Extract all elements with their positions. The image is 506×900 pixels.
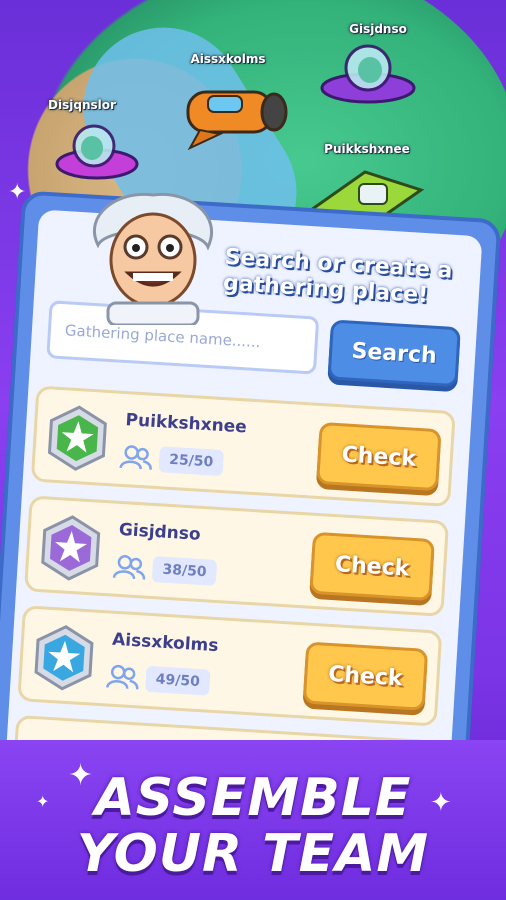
star-burst-icon [47, 405, 107, 471]
gathering-panel: Search or create a gathering place! Gath… [0, 190, 502, 799]
map-ship-gisjdnso[interactable]: Gisjdnso [318, 22, 418, 110]
check-button[interactable]: Check [316, 421, 442, 492]
member-count: 38/50 [151, 556, 218, 586]
banner-line-2: YOUR TEAM [76, 824, 430, 884]
spaceship-icon [320, 44, 416, 104]
panel-title: Search or create a gathering place! [222, 244, 454, 309]
ship-name: Disjqnslor [48, 98, 116, 112]
gathering-name: Puikkshxnee [125, 410, 248, 438]
banner-line-1: ASSEMBLE [94, 768, 412, 828]
ship-name: Gisjdnso [349, 22, 407, 36]
check-button[interactable]: Check [309, 531, 435, 602]
search-placeholder: Gathering place name...... [64, 321, 262, 352]
gathering-row-aissxkolms: Aissxkolms 49/50 Check [17, 605, 443, 727]
search-button[interactable]: Search [327, 319, 461, 388]
gathering-name: Gisjdnso [118, 519, 202, 545]
scientist-character [92, 192, 214, 325]
star-burst-icon [41, 515, 101, 581]
star-burst-icon [34, 625, 94, 691]
members-icon [119, 445, 152, 470]
members-icon [106, 664, 139, 690]
spaceship-icon [55, 124, 139, 180]
gathering-row-puikkshxnee: Puikkshxnee 25/50 Check [30, 385, 456, 508]
members-icon [112, 555, 146, 580]
gathering-row-gisjdnso: Gisjdnso 38/50 Check [23, 495, 450, 617]
check-button[interactable]: Check [302, 641, 429, 711]
member-count: 49/50 [145, 665, 211, 696]
panel-content: Search or create a gathering place! Gath… [5, 209, 483, 794]
member-count: 25/50 [158, 446, 224, 477]
gathering-name: Aissxkolms [111, 629, 219, 657]
ship-name: Aissxkolms [190, 52, 266, 66]
map-ship-disjqnslor[interactable]: Disjqnslor [48, 98, 142, 188]
ship-name: Puikkshxnee [324, 142, 410, 156]
promo-banner: ✦ ✦ ✦ ASSEMBLE YOUR TEAM [0, 740, 506, 900]
map-ship-aissxkolms[interactable]: Aissxkolms [180, 52, 290, 151]
spaceship-icon [186, 90, 288, 151]
